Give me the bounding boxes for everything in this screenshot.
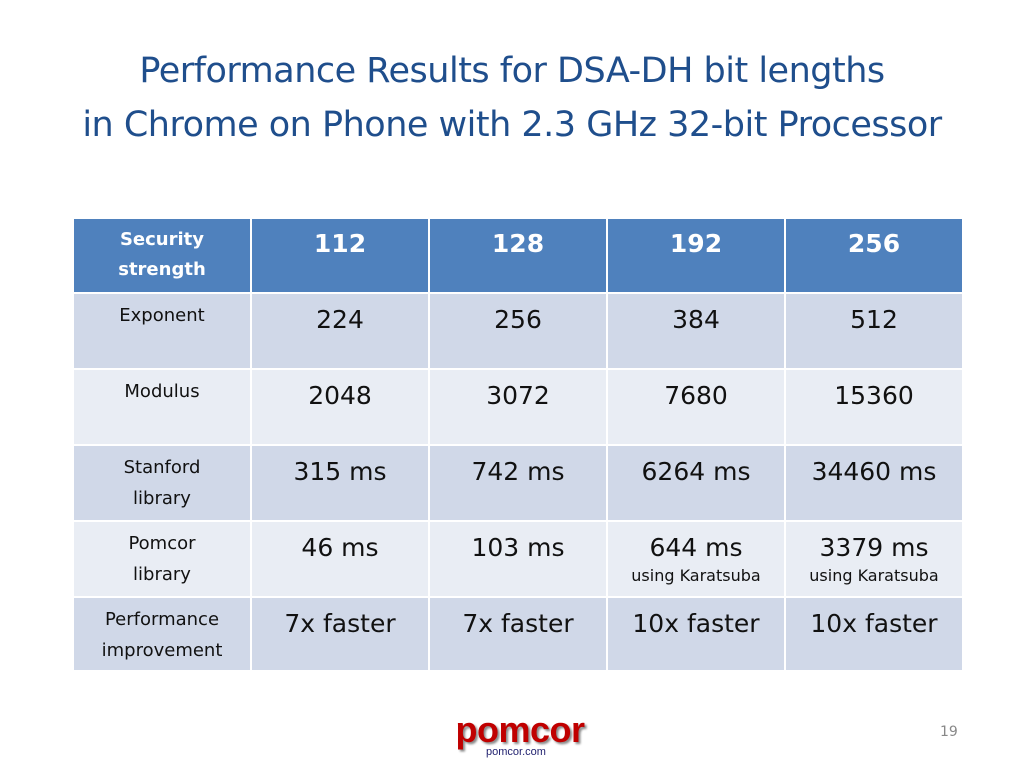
cell-value: 742 ms xyxy=(471,457,565,486)
row-label-cell: Pomcor library xyxy=(72,520,252,598)
cell-value: 315 ms xyxy=(293,457,387,486)
header-value: 128 xyxy=(491,229,545,258)
row-label-line: Modulus xyxy=(124,381,200,402)
cell-value: 34460 ms xyxy=(811,457,937,486)
value-cell: 2048 xyxy=(250,368,430,446)
value-cell: 3072 xyxy=(428,368,608,446)
value-cell: 384 xyxy=(606,292,786,370)
value-cell: 7x faster xyxy=(428,596,608,672)
cell-value: 224 xyxy=(316,305,364,334)
cell-value: 3379 ms xyxy=(819,533,929,562)
row-label-line: Exponent xyxy=(119,305,205,326)
header-cell: 112 xyxy=(250,217,430,294)
cell-value: 103 ms xyxy=(471,533,565,562)
logo-text: pomcor xyxy=(455,709,585,750)
title-line-1: Performance Results for DSA-DH bit lengt… xyxy=(139,51,885,91)
row-label-cell: Performance improvement xyxy=(72,596,252,672)
cell-value: 7680 xyxy=(664,381,728,410)
row-label-cell: Exponent xyxy=(72,292,252,370)
row-label-line: improvement xyxy=(101,640,223,661)
value-cell: 6264 ms xyxy=(606,444,786,522)
table-row: Pomcor library 46 ms 103 ms 644 ms using Kara… xyxy=(72,520,964,598)
page-number: 19 xyxy=(940,724,958,740)
value-cell: 34460 ms xyxy=(784,444,964,522)
row-label-line: library xyxy=(133,564,191,585)
value-cell: 103 ms xyxy=(428,520,608,598)
header-value: 256 xyxy=(847,229,901,258)
table-header-row: Security strength 112 128 192 256 xyxy=(72,217,964,294)
cell-value: 3072 xyxy=(486,381,550,410)
cell-note: using Karatsuba xyxy=(631,566,761,585)
cell-note: using Karatsuba xyxy=(809,566,939,585)
row-label-cell: Modulus xyxy=(72,368,252,446)
row-label-line: library xyxy=(133,488,191,509)
value-cell: 10x faster xyxy=(784,596,964,672)
header-label-line: strength xyxy=(118,259,206,280)
title-line-2: in Chrome on Phone with 2.3 GHz 32-bit P… xyxy=(82,105,942,145)
value-cell: 256 xyxy=(428,292,608,370)
row-label-line: Stanford xyxy=(123,457,201,478)
row-label-cell: Stanford library xyxy=(72,444,252,522)
value-cell: 15360 xyxy=(784,368,964,446)
header-cell: 128 xyxy=(428,217,608,294)
value-cell: 644 ms using Karatsuba xyxy=(606,520,786,598)
cell-value: 2048 xyxy=(308,381,372,410)
slide-title: Performance Results for DSA-DH bit lengt… xyxy=(0,44,1024,152)
table-row: Exponent 224 256 384 512 xyxy=(72,292,964,370)
cell-value: 512 xyxy=(850,305,898,334)
table-row: Performance improvement 7x faster 7x faster… xyxy=(72,596,964,672)
header-value: 192 xyxy=(669,229,723,258)
cell-value: 7x faster xyxy=(284,609,396,638)
value-cell: 315 ms xyxy=(250,444,430,522)
table-row: Stanford library 315 ms 742 ms 6264 ms 34460 … xyxy=(72,444,964,522)
header-label-line: Security xyxy=(119,229,205,250)
cell-value: 384 xyxy=(672,305,720,334)
header-cell: 256 xyxy=(784,217,964,294)
cell-value: 10x faster xyxy=(632,609,760,638)
cell-value: 256 xyxy=(494,305,542,334)
cell-value: 6264 ms xyxy=(641,457,751,486)
results-table: Security strength 112 128 192 256 Expone… xyxy=(72,217,964,672)
header-cell: 192 xyxy=(606,217,786,294)
row-label-line: Pomcor xyxy=(128,533,196,554)
cell-value: 644 ms xyxy=(649,533,743,562)
value-cell: 7x faster xyxy=(250,596,430,672)
value-cell: 512 xyxy=(784,292,964,370)
value-cell: 224 xyxy=(250,292,430,370)
cell-value: 10x faster xyxy=(810,609,938,638)
cell-value: 46 ms xyxy=(301,533,379,562)
row-label-line: Performance xyxy=(104,609,220,630)
value-cell: 7680 xyxy=(606,368,786,446)
header-value: 112 xyxy=(313,229,367,258)
pomcor-logo: pomcor pomcor.com xyxy=(450,709,590,759)
value-cell: 10x faster xyxy=(606,596,786,672)
value-cell: 3379 ms using Karatsuba xyxy=(784,520,964,598)
value-cell: 46 ms xyxy=(250,520,430,598)
cell-value: 15360 xyxy=(834,381,914,410)
cell-value: 7x faster xyxy=(462,609,574,638)
table-row: Modulus 2048 3072 7680 15360 xyxy=(72,368,964,446)
header-label-cell: Security strength xyxy=(72,217,252,294)
value-cell: 742 ms xyxy=(428,444,608,522)
